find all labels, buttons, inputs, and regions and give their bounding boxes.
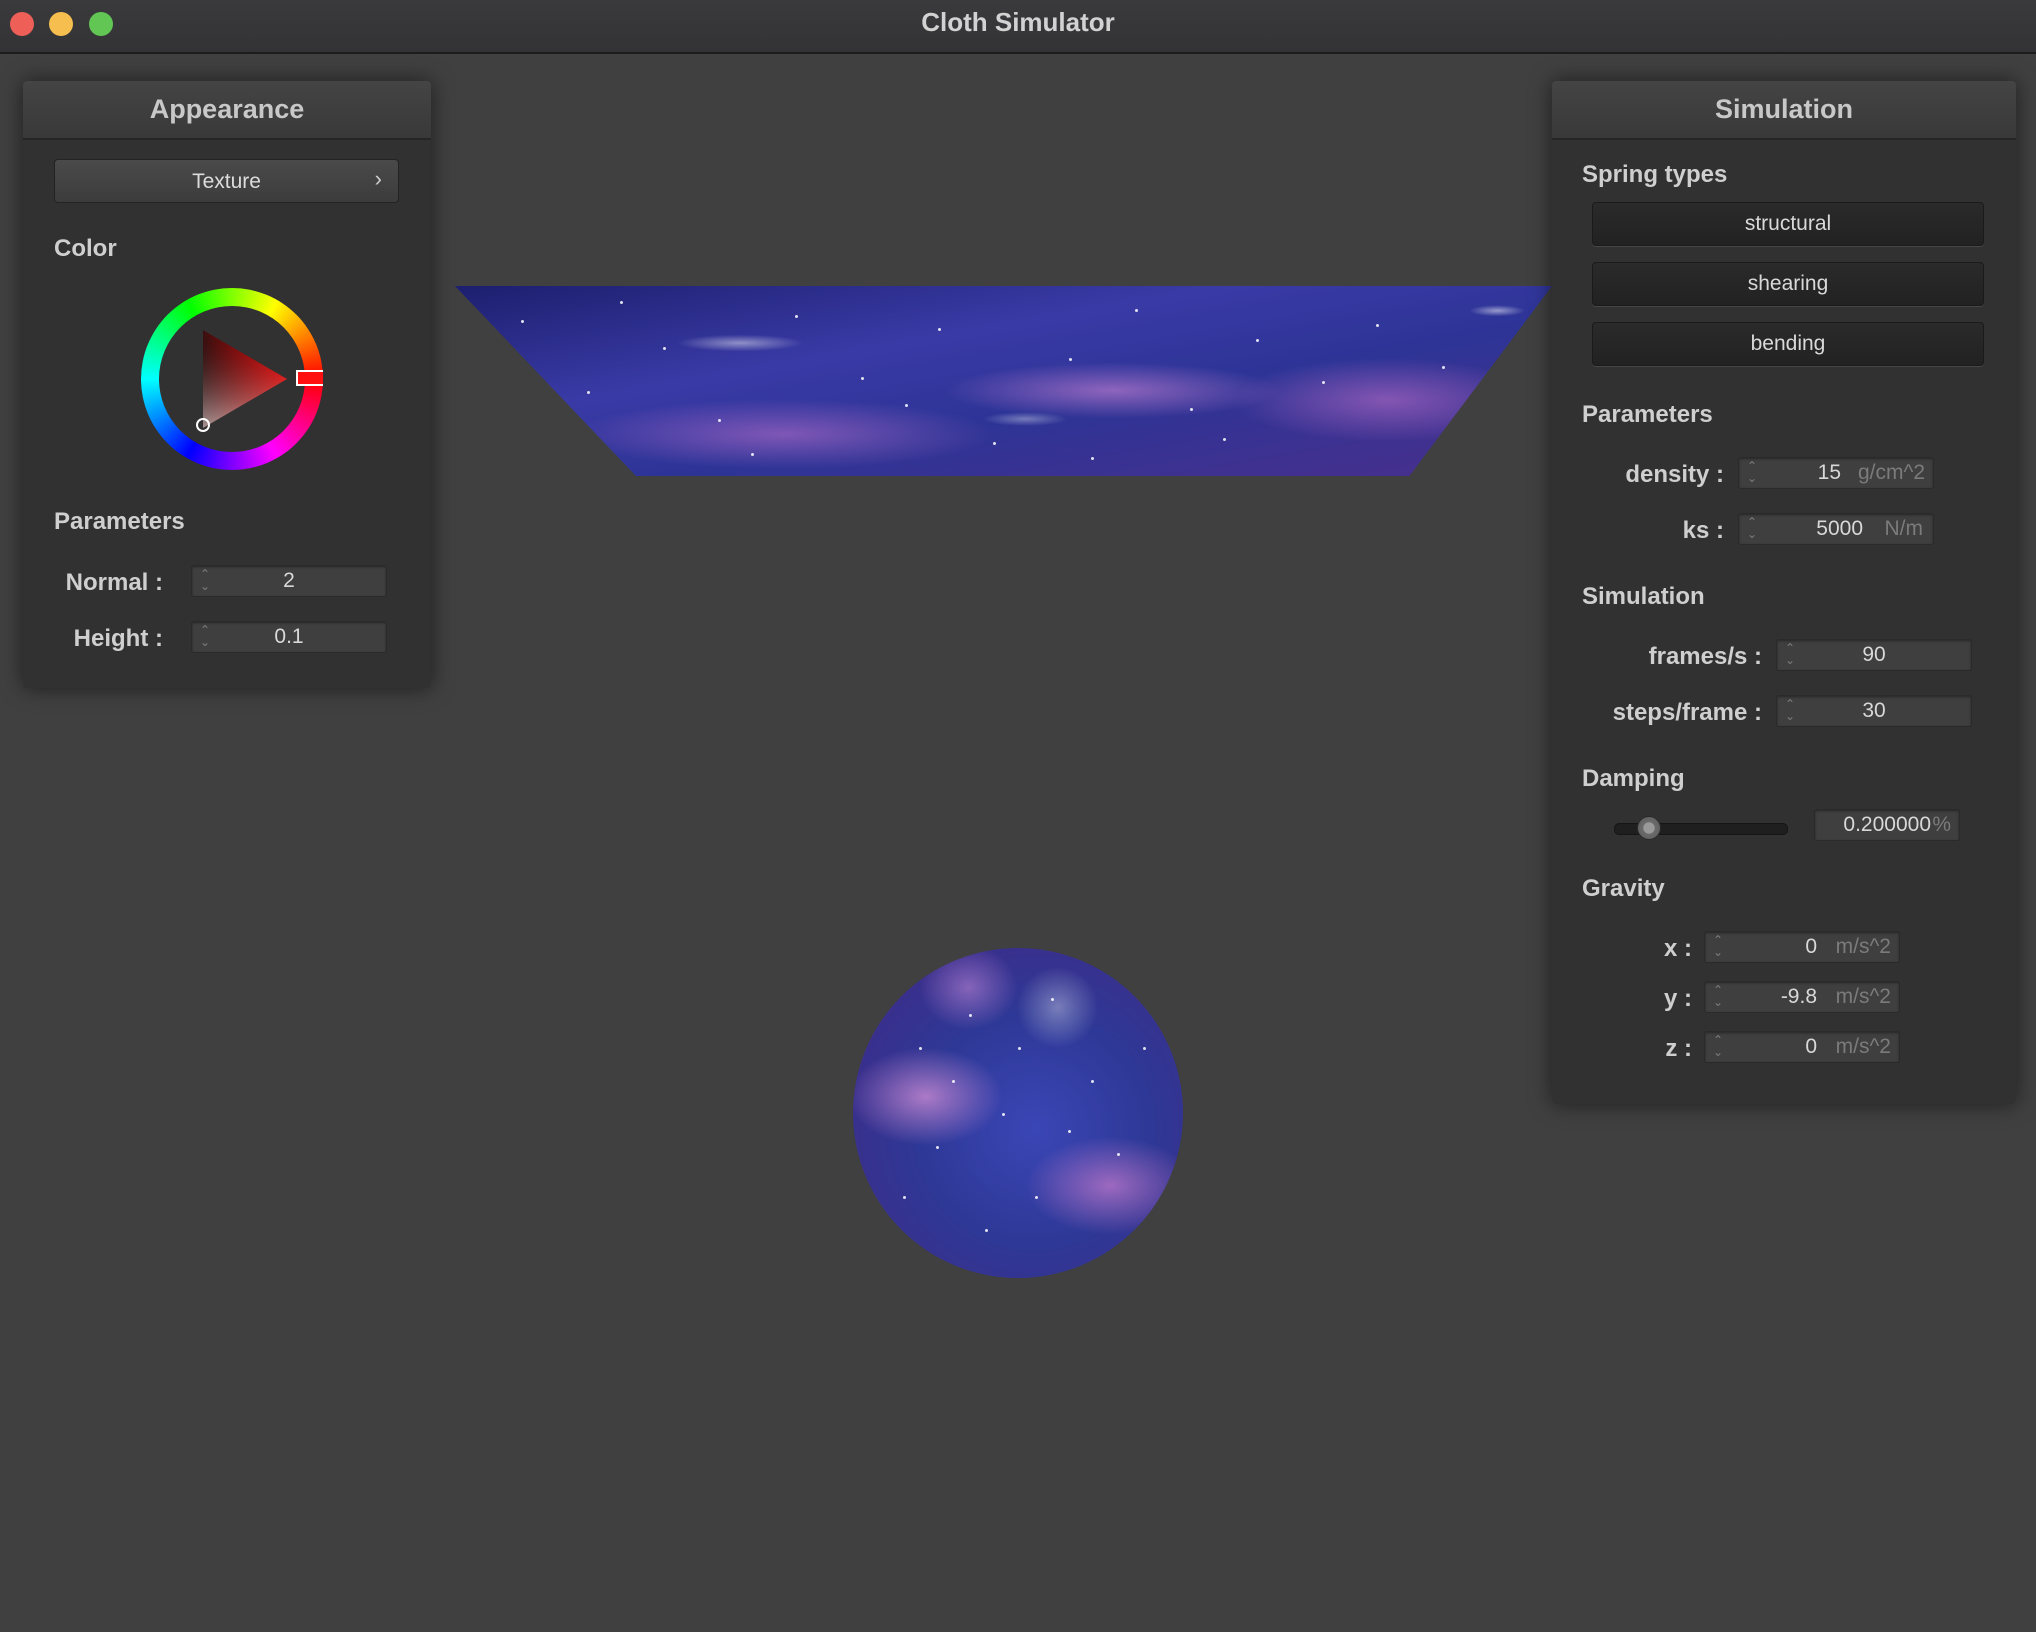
cloth-mesh xyxy=(455,286,1552,476)
simulation-header: Simulation xyxy=(1552,81,2016,140)
gravity-z-input[interactable]: ⌃ ⌄ 0 m/s^2 xyxy=(1704,1031,1900,1063)
color-label: Color xyxy=(54,235,117,262)
simulation-panel: Simulation Spring types structural shear… xyxy=(1552,81,2016,1104)
simulation-parameters-label: Parameters xyxy=(1582,401,1713,428)
damping-slider-handle[interactable] xyxy=(1637,816,1662,840)
gravity-y-input[interactable]: ⌃ ⌄ -9.8 m/s^2 xyxy=(1704,981,1900,1013)
title-bar: Cloth Simulator xyxy=(0,0,2036,54)
damping-input[interactable]: 0.200000 % xyxy=(1814,809,1960,841)
ks-input[interactable]: ⌃ ⌄ 5000 N/m xyxy=(1738,513,1934,545)
gravity-z-label: z : xyxy=(1665,1035,1692,1062)
color-wheel[interactable] xyxy=(141,288,323,470)
spring-types-label: Spring types xyxy=(1582,161,1728,188)
spinner-icon[interactable]: ⌃ ⌄ xyxy=(1713,934,1723,958)
damping-label: Damping xyxy=(1582,765,1685,792)
shearing-button[interactable]: shearing xyxy=(1592,262,1984,306)
steps-per-frame-label: steps/frame : xyxy=(1612,699,1762,726)
appearance-parameters-label: Parameters xyxy=(54,508,185,535)
height-label: Height : xyxy=(73,625,163,652)
density-label: density : xyxy=(1625,461,1724,488)
gravity-x-label: x : xyxy=(1663,935,1692,962)
spinner-icon[interactable]: ⌃ ⌄ xyxy=(1747,460,1757,484)
structural-button[interactable]: structural xyxy=(1592,202,1984,246)
normal-label: Normal : xyxy=(65,569,163,596)
bending-button[interactable]: bending xyxy=(1592,322,1984,366)
collision-sphere xyxy=(853,948,1183,1278)
height-input[interactable]: ⌃ ⌄ 0.1 xyxy=(191,621,387,653)
gravity-y-label: y : xyxy=(1663,985,1692,1012)
texture-button-label: Texture xyxy=(192,170,261,193)
frames-per-second-input[interactable]: ⌃ ⌄ 90 xyxy=(1776,639,1972,671)
spinner-icon[interactable]: ⌃ ⌄ xyxy=(1713,984,1723,1008)
spinner-icon[interactable]: ⌃ ⌄ xyxy=(1747,516,1757,540)
frames-per-second-label: frames/s : xyxy=(1648,643,1762,670)
ks-label: ks : xyxy=(1682,517,1724,544)
simulation-section-label: Simulation xyxy=(1582,583,1705,610)
gravity-label: Gravity xyxy=(1582,875,1665,902)
texture-button[interactable]: Texture › xyxy=(54,159,399,203)
appearance-header: Appearance xyxy=(23,81,431,140)
gravity-x-input[interactable]: ⌃ ⌄ 0 m/s^2 xyxy=(1704,931,1900,963)
chevron-right-icon: › xyxy=(374,166,382,191)
appearance-panel: Appearance Texture › Color Parameters No… xyxy=(23,81,431,688)
spinner-icon[interactable]: ⌃ ⌄ xyxy=(1713,1034,1723,1058)
window-title: Cloth Simulator xyxy=(921,7,1115,37)
color-triangle[interactable] xyxy=(141,288,323,470)
steps-per-frame-input[interactable]: ⌃ ⌄ 30 xyxy=(1776,695,1972,727)
normal-input[interactable]: ⌃ ⌄ 2 xyxy=(191,565,387,597)
density-input[interactable]: ⌃ ⌄ 15 g/cm^2 xyxy=(1738,457,1934,489)
